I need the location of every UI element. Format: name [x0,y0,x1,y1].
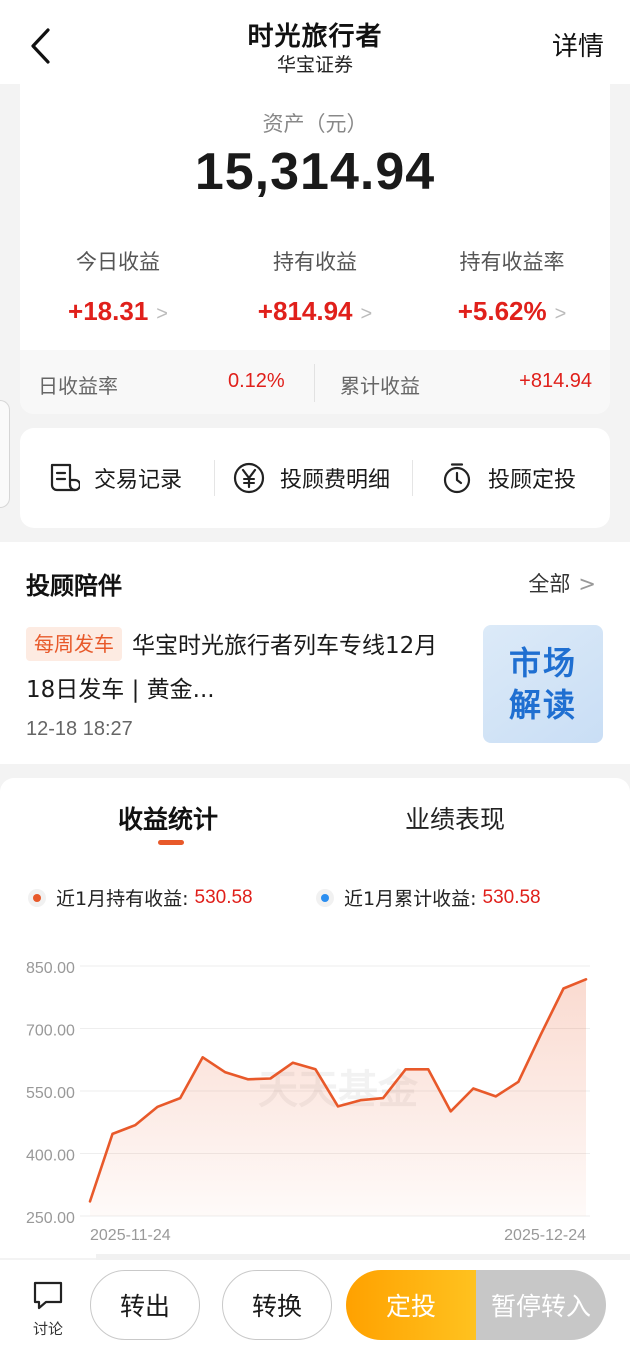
action-card: 交易记录 投顾费明细 投顾定投 [20,428,610,528]
advisor-section: 投顾陪伴 全部 > 每周发车 华宝时光旅行者列车专线12月18日发车 | 黄金...… [0,542,630,764]
legend-label: 近1月累计收益: [344,888,477,910]
daily-rate-label: 日收益率 [38,374,118,398]
advisory-sip-button[interactable]: 投顾定投 [440,428,576,528]
detail-link[interactable]: 详情 [552,26,604,63]
chat-bubble-icon [33,1281,63,1310]
metric-today-profit[interactable]: 今日收益 +18.31 > [20,246,216,327]
sip-button[interactable]: 定投 [346,1270,476,1340]
sub-stats-row: 日收益率 0.12% 累计收益 +814.94 [20,350,610,414]
asset-value: 15,314.94 [194,143,436,201]
chevron-right-icon: > [360,303,373,325]
cumulative-value: +814.94 [519,370,592,392]
weekly-tag: 每周发车 [26,627,122,661]
legend-dot-icon [316,888,334,907]
chevron-right-icon: > [554,303,567,325]
top-bar: 时光旅行者 华宝证券 详情 [0,0,630,84]
page-subtitle: 华宝证券 [276,54,353,76]
legend-cumulative: 近1月累计收益: 530.58 [316,884,541,911]
y-tick-label: 700.00 [26,1023,75,1040]
x-tick-label: 2025-11-24 [90,1227,171,1244]
x-tick-label: 2025-12-24 [504,1227,586,1244]
tab-indicator [158,840,184,845]
pause-transfer-in-button[interactable]: 暂停转入 [476,1270,606,1340]
metric-holding-rate[interactable]: 持有收益率 +5.62% > [414,246,610,327]
metric-label: 持有收益率 [459,250,565,274]
cumulative-label: 累计收益 [340,374,420,398]
convert-button[interactable]: 转换 [222,1270,332,1340]
y-tick-label: 550.00 [26,1085,75,1102]
divider [214,460,215,496]
side-drawer-handle[interactable] [0,400,10,508]
article-time: 12-18 18:27 [26,718,133,740]
stats-card: 收益统计 业绩表现 近1月持有收益: 530.58 近1月累计收益: 530.5… [0,778,630,1258]
view-all-link[interactable]: 全部 > [528,568,596,598]
y-tick-label: 250.00 [26,1210,75,1227]
action-label: 交易记录 [94,468,183,493]
divider [314,364,315,402]
asset-card: 资产（元） 15,314.94 今日收益 +18.31 > 持有收益 +814.9… [20,84,610,414]
legend-dot-icon [28,888,46,907]
chevron-right-icon: > [156,303,168,325]
legend-value: 530.58 [482,886,541,908]
thumb-text: 解读 [508,686,577,724]
asset-label: 资产（元） [262,112,368,136]
section-title: 投顾陪伴 [26,572,122,600]
divider [412,460,413,496]
page-title: 时光旅行者 [247,22,383,52]
article-headline[interactable]: 每周发车 华宝时光旅行者列车专线12月18日发车 | 黄金... [26,624,466,712]
metric-label: 今日收益 [76,250,160,274]
tab-profit-stats[interactable]: 收益统计 [118,800,218,836]
y-tick-label: 850.00 [26,960,75,977]
metric-value: +18.31 [68,296,149,326]
thumb-text: 市场 [508,644,577,682]
bottom-action-bar: 讨论 转出 转换 定投 暂停转入 [0,1260,630,1349]
chevron-right-icon: > [578,572,596,596]
profit-chart: 850.00700.00550.00400.00250.00天天基金2025-1… [26,960,590,1244]
trade-records-button[interactable]: 交易记录 [46,428,182,528]
metric-label: 持有收益 [273,250,357,274]
action-label: 投顾费明细 [280,468,391,493]
metric-value: +5.62% [457,296,547,326]
action-label: 投顾定投 [488,468,577,493]
transfer-out-button[interactable]: 转出 [90,1270,200,1340]
daily-rate-value: 0.12% [228,370,285,392]
tab-performance[interactable]: 业绩表现 [405,800,505,836]
legend-label: 近1月持有收益: [56,888,189,910]
view-all-label: 全部 [528,572,571,596]
receipt-icon [50,463,80,492]
discuss-label: 讨论 [32,1320,63,1338]
discuss-button[interactable]: 讨论 [24,1278,72,1339]
advisory-fee-button[interactable]: 投顾费明细 [232,428,390,528]
stopwatch-icon [443,463,471,494]
legend-value: 530.58 [194,886,253,908]
metric-holding-profit[interactable]: 持有收益 +814.94 > [217,246,413,327]
metric-value: +814.94 [257,296,353,326]
y-tick-label: 400.00 [26,1148,75,1165]
article-thumbnail[interactable]: 市场 解读 [483,625,603,743]
legend-holding: 近1月持有收益: 530.58 [28,884,253,911]
yen-circle-icon [233,462,265,494]
